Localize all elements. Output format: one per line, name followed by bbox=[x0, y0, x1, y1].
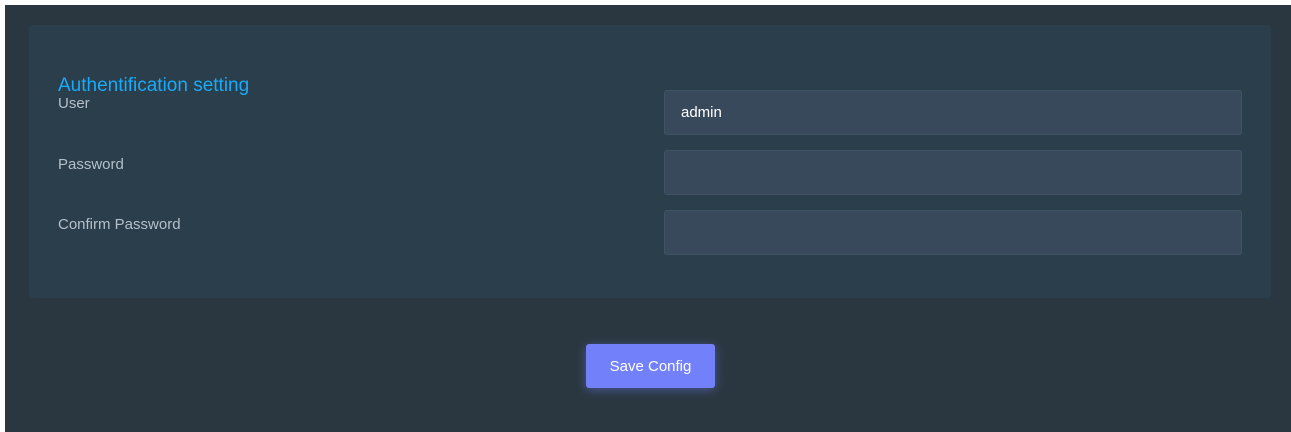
auth-settings-card: Authentification setting User Password C… bbox=[29, 25, 1271, 298]
password-input[interactable] bbox=[664, 150, 1242, 195]
confirm-password-label: Confirm Password bbox=[58, 216, 181, 233]
user-input[interactable] bbox=[664, 90, 1242, 135]
page-background: Authentification setting User Password C… bbox=[5, 5, 1291, 432]
user-label: User bbox=[58, 95, 90, 112]
auth-settings-title: Authentification setting bbox=[58, 75, 250, 96]
password-label: Password bbox=[58, 156, 124, 173]
confirm-password-input[interactable] bbox=[664, 210, 1242, 255]
save-config-button[interactable]: Save Config bbox=[586, 344, 715, 388]
